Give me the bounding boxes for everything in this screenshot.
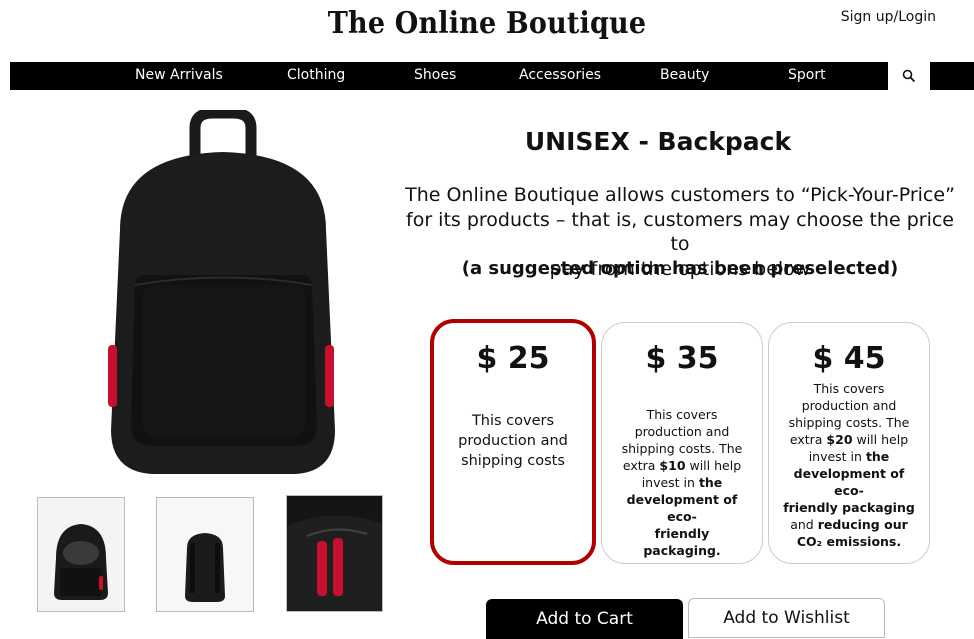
brand-title[interactable]: The Online Boutique [49,6,926,41]
thumbnail-zipper-detail[interactable] [286,495,383,612]
price-description-line: production and [458,433,568,449]
product-title: UNISEX - Backpack [524,127,792,156]
thumbnail-backpack-back[interactable] [156,497,254,612]
signup-login-link[interactable]: Sign up/Login [841,9,936,25]
price-description-line: friendly packaging. [643,526,721,558]
price-description-line: invest in the [641,475,723,490]
price-description-line: CO₂ emissions. [796,534,902,549]
nav-item-beauty[interactable]: Beauty [660,67,709,83]
price-label: $ 35 [645,341,719,376]
price-label: $ 25 [476,341,550,376]
price-description-line: invest in the [808,449,890,464]
main-navbar: New Arrivals Clothing Shoes Accessories … [10,62,974,90]
search-button[interactable] [888,62,930,90]
price-label: $ 45 [812,341,886,376]
description-line: The Online Boutique allows customers to … [405,184,955,206]
nav-item-sport[interactable]: Sport [788,67,826,83]
price-description-line: production and [634,424,730,439]
preselected-note: (a suggested option has been preselected… [461,258,899,279]
add-to-wishlist-button[interactable]: Add to Wishlist [688,598,885,638]
price-description-line: shipping costs. The [788,415,910,430]
price-description-line: extra $20 will help [789,432,909,447]
nav-item-new-arrivals[interactable]: New Arrivals [135,67,223,83]
description-line: for its products – that is, customers ma… [406,208,954,256]
price-description: This covers production and shipping cost… [769,380,929,550]
search-icon [902,69,916,83]
price-description-line: shipping costs. The [621,441,743,456]
price-description-line: production and [801,398,897,413]
price-description-line: This covers [471,413,555,429]
add-to-cart-button[interactable]: Add to Cart [486,599,683,639]
price-option-35[interactable]: $ 35 This covers production and shipping… [601,322,763,564]
price-description-line: extra $10 will help [622,458,742,473]
price-description-line: shipping costs [461,453,565,469]
price-description-line: This covers [646,407,718,422]
price-option-25[interactable]: $ 25 This covers production and shipping… [430,319,596,565]
backpack-main-image [108,110,335,474]
price-description-line: This covers [813,381,885,396]
thumbnail-open-backpack[interactable] [37,497,125,612]
price-description: This covers production and shipping cost… [434,411,592,471]
price-option-45[interactable]: $ 45 This covers production and shipping… [768,322,930,564]
price-description-line: friendly packaging [783,500,915,515]
nav-item-accessories[interactable]: Accessories [519,67,601,83]
price-description-line: development of eco- [626,492,738,524]
price-description-line: development of eco- [793,466,905,498]
price-description: This covers production and shipping cost… [602,406,762,559]
price-description-line: and reducing our [790,517,908,532]
nav-item-shoes[interactable]: Shoes [414,67,456,83]
nav-item-clothing[interactable]: Clothing [287,67,345,83]
